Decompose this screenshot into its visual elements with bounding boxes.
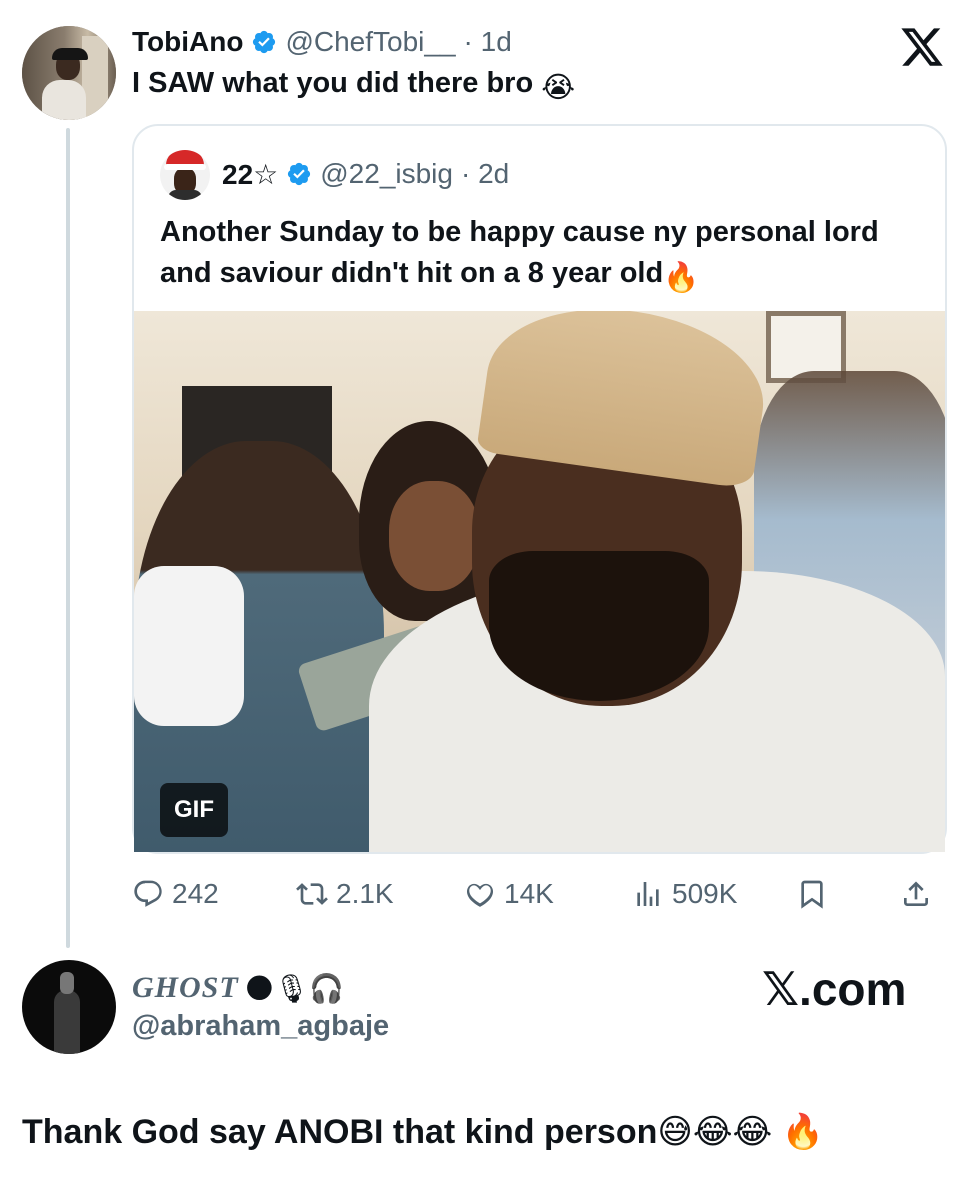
verified-badge-icon — [253, 30, 276, 54]
quoted-tweet-text: Another Sunday to be happy cause ny pers… — [160, 216, 879, 289]
quoted-author-handle[interactable]: @22_isbig — [320, 158, 453, 190]
views-count: 509K — [672, 878, 738, 909]
repost-count: 2.1K — [336, 878, 394, 909]
gif-white-cloth — [134, 566, 244, 726]
quoted-tweet-text-row: Another Sunday to be happy cause ny pers… — [160, 212, 920, 299]
views-button[interactable]: 509K — [632, 870, 737, 918]
avatar-shirt — [168, 190, 202, 200]
like-icon — [466, 883, 494, 907]
author-name[interactable]: TobiAno — [132, 26, 243, 58]
x-com-watermark: 𝕏.com — [762, 963, 907, 1015]
gif-woman-face — [389, 481, 479, 591]
avatar-arm — [54, 990, 80, 1054]
main-tweet-header: TobiAno @ChefTobi__ · 1d — [132, 24, 512, 60]
like-count: 14K — [504, 878, 554, 909]
author-handle[interactable]: @ChefTobi__ — [285, 26, 455, 58]
verified-badge-icon — [288, 162, 311, 186]
bookmark-icon — [801, 880, 823, 909]
share-icon — [904, 881, 928, 906]
share-button[interactable] — [900, 870, 932, 918]
reply-button[interactable]: 242 — [132, 870, 219, 918]
quoted-author-avatar[interactable] — [160, 150, 210, 200]
santa-hat-trim — [164, 164, 206, 170]
quoted-tweet-time[interactable]: · 2d — [461, 158, 509, 190]
reply-comment-emojis: 😅😂😂 🔥 — [657, 1113, 825, 1151]
fire-emoji: 🔥 — [663, 262, 700, 294]
ghost-avatar[interactable] — [22, 960, 116, 1054]
tweet-action-bar: 242 2.1K 14K 509K — [132, 870, 947, 918]
tobiano-avatar[interactable] — [22, 26, 116, 120]
repost-button[interactable]: 2.1K — [296, 870, 394, 918]
gif-man-beard — [489, 551, 709, 701]
gif-badge: GIF — [160, 783, 228, 837]
bookmark-button[interactable] — [796, 870, 828, 918]
reply-comment-row: Thank God say ANOBI that kind person😅😂😂 … — [22, 1110, 824, 1154]
reply-comment: Thank God say ANOBI that kind person — [22, 1113, 658, 1151]
name-emojis: 🌑🎙🎧 — [244, 972, 345, 1004]
repost-icon — [296, 883, 328, 905]
avatar-microphone — [60, 972, 74, 994]
crying-emoji: 😭 — [541, 72, 576, 104]
reply-icon — [134, 880, 162, 907]
reply-author-handle[interactable]: @abraham_agbaje — [132, 1010, 389, 1043]
avatar-cap — [52, 48, 88, 60]
reply-count: 242 — [172, 878, 219, 909]
quoted-tweet-header: 22☆ @22_isbig · 2d — [222, 156, 509, 192]
reply-author-name[interactable]: GHOST — [132, 971, 239, 1005]
avatar-body — [42, 80, 86, 120]
main-tweet-text: I SAW what you did there bro — [132, 67, 534, 99]
main-tweet-text-row: I SAW what you did there bro 😭 — [132, 64, 575, 107]
views-icon — [637, 882, 659, 906]
tweet-time[interactable]: · 1d — [464, 26, 512, 58]
thread-line — [66, 128, 70, 948]
reply-author-header: GHOST 🌑🎙🎧 — [132, 966, 344, 1010]
like-button[interactable]: 14K — [464, 870, 554, 918]
quoted-author-name[interactable]: 22☆ — [222, 158, 278, 191]
x-logo-icon — [901, 28, 943, 66]
quoted-tweet-gif[interactable]: GIF — [134, 311, 945, 852]
